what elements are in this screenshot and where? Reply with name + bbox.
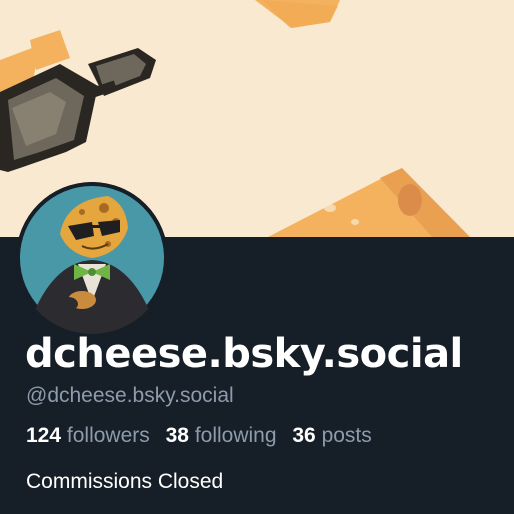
followers-label: followers [66,424,150,447]
following-link[interactable]: 38 following [166,424,277,447]
posts-label: posts [321,424,372,447]
following-count: 38 [165,424,189,447]
profile-stats: 124 followers 38 following 36 posts [26,422,382,450]
profile-page: dcheese.bsky.social @dcheese.bsky.social… [0,0,514,514]
followers-count: 124 [26,424,62,447]
posts-count: 36 [292,424,316,447]
following-label: following [194,424,277,447]
display-name: dcheese.bsky.social [25,331,463,377]
profile-bio: Commissions Closed [26,470,224,493]
followers-link[interactable]: 124 followers [26,424,150,447]
avatar[interactable] [16,182,168,334]
posts-count-stat: 36 posts [292,424,371,447]
cheese-character-tuxedo-icon [16,182,168,334]
profile-handle: @dcheese.bsky.social [26,384,234,407]
